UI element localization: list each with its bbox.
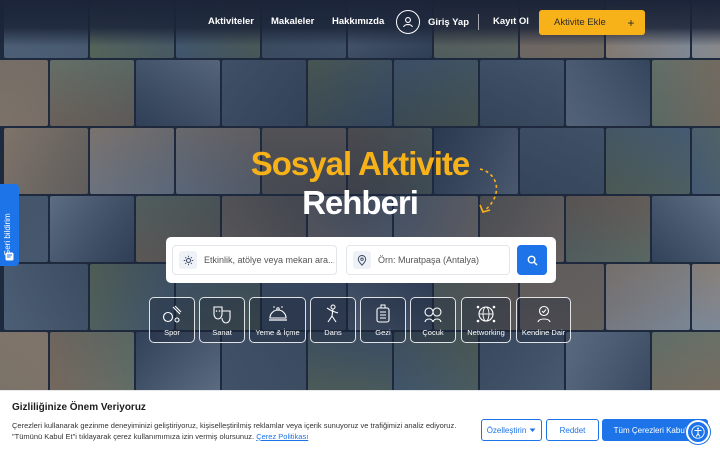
location-pin-icon bbox=[353, 251, 371, 269]
chevron-down-icon bbox=[529, 428, 536, 432]
feedback-icon bbox=[5, 252, 14, 261]
hero-title-line2: Rehberi bbox=[302, 184, 419, 221]
category-label: Dans bbox=[324, 328, 342, 337]
category-travel[interactable]: Gezi bbox=[360, 297, 406, 343]
cookie-description: Çerezleri kullanarak gezinme deneyiminiz… bbox=[12, 420, 456, 442]
reject-label: Reddet bbox=[559, 425, 586, 435]
accessibility-button[interactable] bbox=[686, 420, 710, 444]
curved-arrow-icon bbox=[479, 168, 498, 213]
location-input[interactable] bbox=[378, 255, 508, 265]
register-link[interactable]: Kayıt Ol bbox=[493, 16, 529, 27]
network-globe-icon bbox=[476, 305, 496, 323]
category-art[interactable]: Sanat bbox=[199, 297, 245, 343]
category-children[interactable]: Çocuk bbox=[410, 297, 456, 343]
nav-divider bbox=[478, 14, 479, 30]
self-care-icon bbox=[536, 305, 551, 323]
add-activity-label: Aktivite Ekle bbox=[554, 17, 606, 28]
background-overlay bbox=[0, 0, 720, 450]
food-cloche-icon bbox=[268, 306, 287, 321]
dance-icon bbox=[326, 304, 339, 323]
activity-search-input[interactable] bbox=[204, 255, 334, 265]
top-navigation: Aktiviteler Makaleler Hakkımızda Giriş Y… bbox=[0, 0, 720, 46]
category-label: Networking bbox=[467, 328, 505, 337]
theater-masks-icon bbox=[213, 306, 231, 324]
luggage-icon bbox=[376, 304, 390, 323]
category-sports[interactable]: Spor bbox=[149, 297, 195, 343]
user-icon bbox=[396, 10, 420, 34]
cookie-title: Gizliliğinize Önem Veriyoruz bbox=[12, 402, 146, 413]
search-icon bbox=[527, 255, 538, 266]
customize-label: Özelleştirin bbox=[486, 425, 527, 435]
category-dance[interactable]: Dans bbox=[310, 297, 356, 343]
accept-all-label: Tüm Çerezleri Kabul Et bbox=[613, 425, 697, 435]
add-activity-button[interactable]: Aktivite Ekle + bbox=[539, 10, 645, 35]
children-icon bbox=[424, 307, 442, 323]
activity-search-field bbox=[172, 245, 337, 275]
cookie-policy-link[interactable]: Çerez Politikası bbox=[256, 432, 308, 441]
nav-link-articles[interactable]: Makaleler bbox=[271, 16, 314, 27]
category-label: Gezi bbox=[375, 328, 391, 337]
cookie-text-line2: "Tümünü Kabul Et"i tıklayarak çerez kull… bbox=[12, 432, 255, 441]
customize-cookies-button[interactable]: Özelleştirin bbox=[481, 419, 542, 441]
category-self-care[interactable]: Kendine Dair bbox=[516, 297, 571, 343]
sports-icon bbox=[162, 305, 182, 323]
sparkle-icon bbox=[179, 251, 197, 269]
category-networking[interactable]: Networking bbox=[461, 297, 511, 343]
category-label: Sanat bbox=[212, 328, 232, 337]
reject-cookies-button[interactable]: Reddet bbox=[546, 419, 599, 441]
search-button[interactable] bbox=[517, 245, 547, 275]
login-button[interactable]: Giriş Yap bbox=[396, 10, 469, 34]
category-label: Spor bbox=[164, 328, 180, 337]
category-food[interactable]: Yeme & İçme bbox=[249, 297, 306, 343]
plus-icon: + bbox=[627, 15, 635, 30]
location-field bbox=[346, 245, 510, 275]
cookie-text-line1: Çerezleri kullanarak gezinme deneyiminiz… bbox=[12, 421, 457, 430]
nav-link-about[interactable]: Hakkımızda bbox=[332, 16, 384, 27]
login-label: Giriş Yap bbox=[428, 16, 470, 28]
nav-link-activities[interactable]: Aktiviteler bbox=[208, 16, 254, 27]
search-panel bbox=[166, 237, 556, 283]
category-label: Kendine Dair bbox=[521, 328, 566, 337]
accessibility-icon bbox=[691, 425, 705, 439]
hero-title-line1: Sosyal Aktivite bbox=[250, 145, 471, 182]
category-label: Yeme & İçme bbox=[255, 328, 300, 337]
category-label: Çocuk bbox=[422, 328, 444, 337]
